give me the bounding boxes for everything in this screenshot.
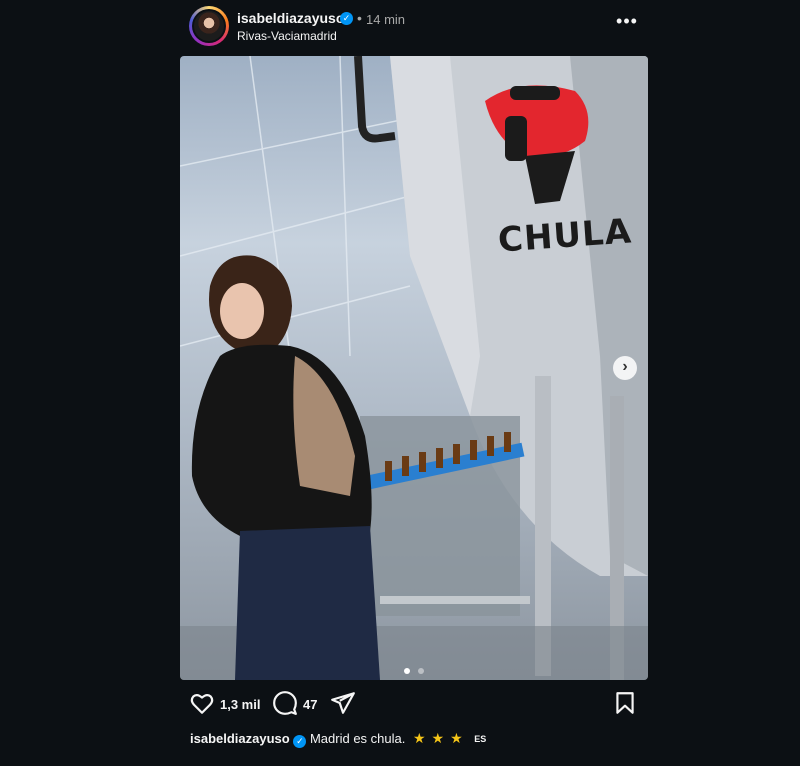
caption-username[interactable]: isabeldiazayuso [190, 731, 290, 746]
post-username[interactable]: isabeldiazayuso [237, 10, 344, 26]
post-photo[interactable]: CHULA › [180, 56, 648, 680]
post-time[interactable]: 14 min [366, 12, 405, 27]
heart-icon[interactable] [189, 690, 215, 716]
carousel-dot-active [404, 668, 410, 674]
post-location[interactable]: Rivas-Vaciamadrid [237, 29, 337, 43]
post-actions: 1,3 mil 47 [180, 690, 648, 720]
like-count[interactable]: 1,3 mil [220, 697, 260, 712]
language-tag: ES [474, 734, 487, 744]
photo-scene [180, 56, 648, 680]
chevron-right-icon[interactable]: › [613, 356, 637, 380]
star-emojis: ★★★ [412, 730, 469, 746]
avatar[interactable] [189, 6, 229, 46]
bookmark-icon[interactable] [612, 690, 638, 716]
carousel-indicator [404, 661, 428, 674]
post-caption: isabeldiazayuso ✓ Madrid es chula. ★★★ E… [190, 730, 486, 748]
paper-plane-icon[interactable] [330, 690, 356, 716]
comment-count[interactable]: 47 [303, 697, 317, 712]
separator-dot: • [357, 10, 362, 26]
verified-badge-icon: ✓ [293, 735, 307, 748]
comment-bubble-icon[interactable] [272, 690, 298, 716]
verified-badge-icon: ✓ [340, 12, 353, 25]
person [191, 255, 380, 680]
caption-text: Madrid es chula. [309, 731, 406, 746]
post-header: isabeldiazayuso ✓ • 14 min Rivas-Vaciama… [180, 0, 648, 56]
more-options-icon[interactable]: ••• [616, 12, 638, 36]
